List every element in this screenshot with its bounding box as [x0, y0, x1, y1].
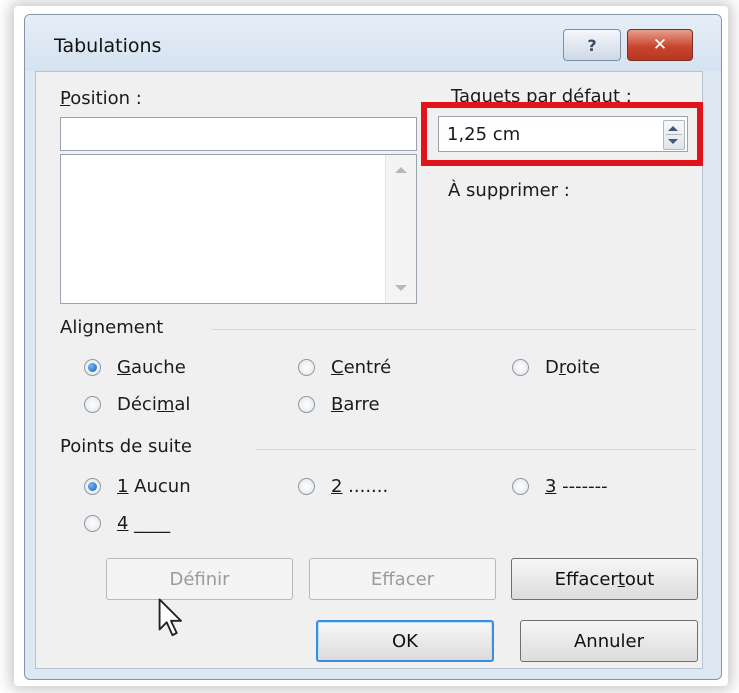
align-left-radio[interactable]: Gauche	[84, 357, 186, 378]
leader-dashes-radio[interactable]: 3 -------	[512, 476, 608, 497]
highlight-box	[421, 102, 703, 166]
define-button[interactable]: Définir	[106, 558, 293, 600]
close-button[interactable]: ✕	[627, 29, 693, 61]
radio-icon[interactable]	[84, 515, 101, 532]
align-bar-radio[interactable]: Barre	[298, 394, 380, 415]
radio-icon[interactable]	[298, 359, 315, 376]
position-label: Position :	[60, 88, 142, 109]
alignment-heading: Alignement	[60, 317, 164, 338]
scroll-up-icon[interactable]	[395, 167, 407, 173]
close-icon: ✕	[652, 35, 668, 55]
dialog-body: Position : Taquets par défaut : 1,25 cm …	[35, 71, 703, 669]
scroll-down-icon[interactable]	[395, 285, 407, 291]
help-icon: ?	[587, 35, 597, 55]
to-delete-label: À supprimer :	[448, 180, 570, 201]
radio-checked-icon[interactable]	[84, 478, 101, 495]
alignment-divider	[212, 329, 696, 330]
cancel-button[interactable]: Annuler	[520, 620, 698, 662]
dialog-title: Tabulations	[54, 35, 162, 57]
radio-icon[interactable]	[84, 396, 101, 413]
align-center-radio[interactable]: Centré	[298, 357, 391, 378]
leader-underline-radio[interactable]: 4 ____	[84, 513, 170, 534]
radio-icon[interactable]	[512, 478, 529, 495]
clear-button[interactable]: Effacer	[309, 558, 496, 600]
leader-dots-radio[interactable]: 2 .......	[298, 476, 388, 497]
radio-checked-icon[interactable]	[84, 359, 101, 376]
leaders-heading: Points de suite	[60, 436, 192, 457]
radio-icon[interactable]	[512, 359, 529, 376]
help-button[interactable]: ?	[563, 29, 621, 61]
title-bar[interactable]: Tabulations ? ✕	[25, 15, 721, 71]
align-decimal-radio[interactable]: Décimal	[84, 394, 190, 415]
position-list-scrollbar[interactable]	[385, 155, 416, 303]
position-list[interactable]	[60, 154, 417, 304]
ok-button[interactable]: OK	[316, 620, 494, 662]
leader-none-radio[interactable]: 1 Aucun	[84, 476, 191, 497]
radio-icon[interactable]	[298, 478, 315, 495]
align-right-radio[interactable]: Droite	[512, 357, 600, 378]
tabs-dialog: Tabulations ? ✕ Position : Taquets par d…	[24, 14, 722, 680]
radio-icon[interactable]	[298, 396, 315, 413]
position-input[interactable]	[60, 117, 417, 151]
mouse-cursor-icon	[158, 598, 182, 637]
leaders-divider	[256, 449, 696, 450]
clear-all-button[interactable]: Effacer t out	[511, 558, 698, 600]
